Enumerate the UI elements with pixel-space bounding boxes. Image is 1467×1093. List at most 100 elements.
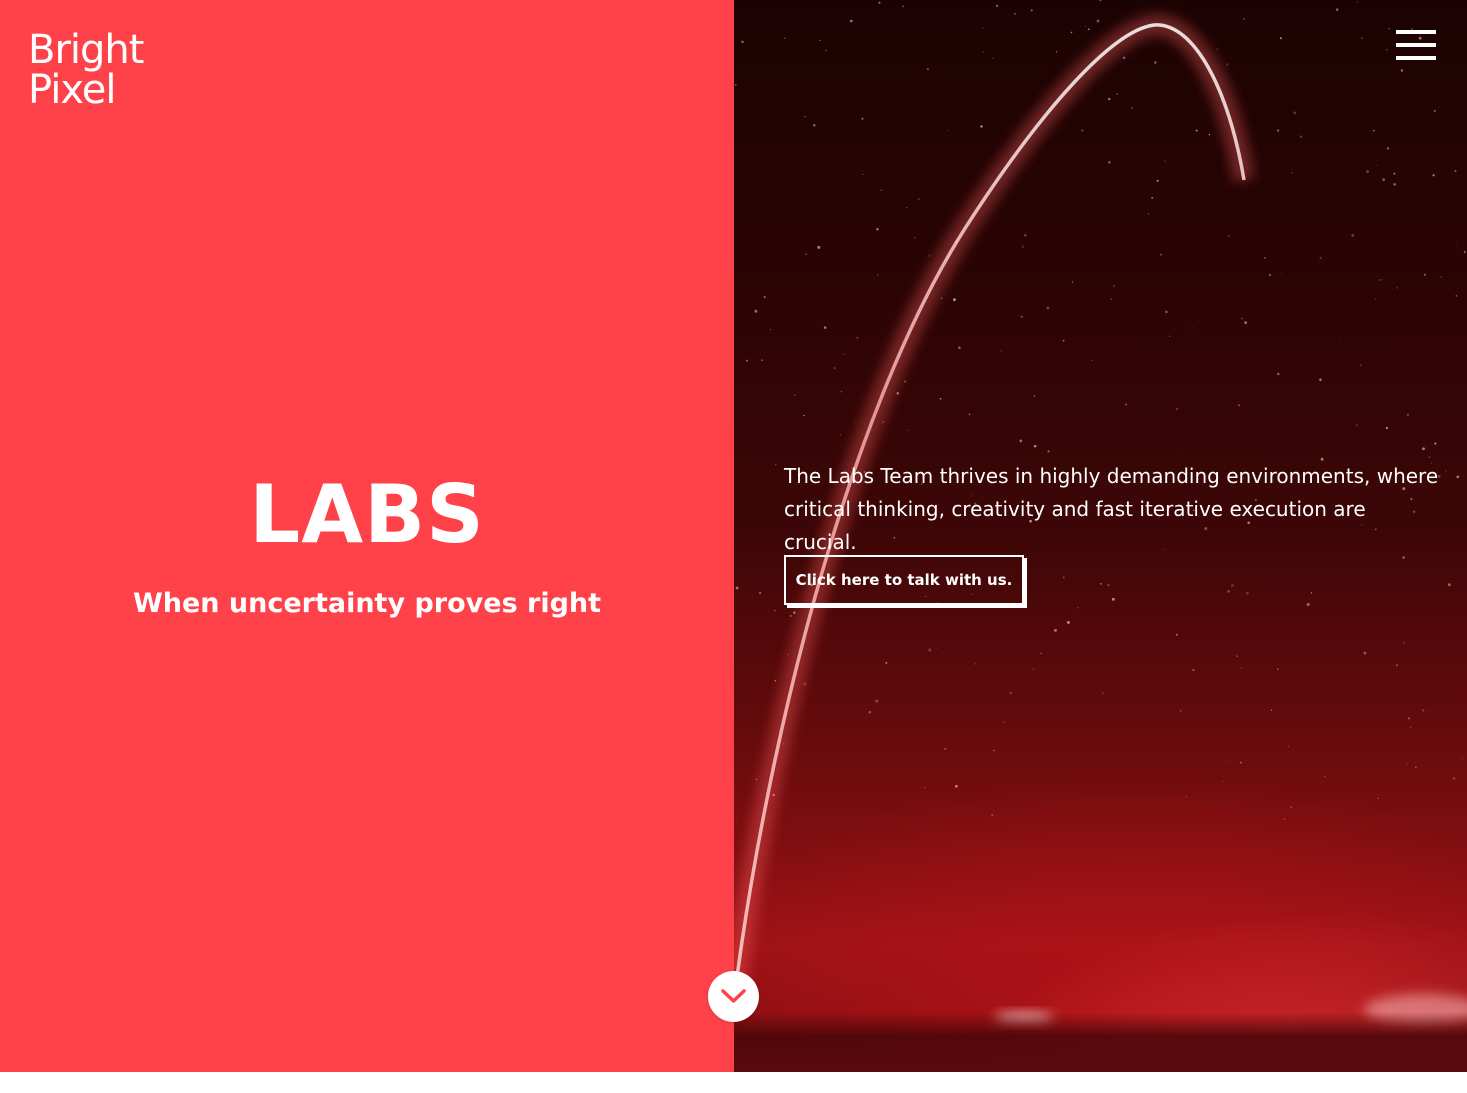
star bbox=[982, 50, 984, 53]
star bbox=[974, 663, 977, 665]
star bbox=[840, 390, 843, 393]
star bbox=[928, 648, 932, 652]
bright-pixel-logo[interactable]: Bright Pixel bbox=[28, 30, 144, 110]
star bbox=[1010, 692, 1012, 694]
star bbox=[1279, 37, 1282, 40]
star bbox=[1400, 69, 1404, 72]
star bbox=[1222, 780, 1224, 782]
star bbox=[896, 392, 900, 395]
star bbox=[1195, 129, 1198, 132]
star bbox=[1178, 451, 1180, 452]
star bbox=[1099, 0, 1102, 2]
star bbox=[968, 413, 971, 416]
star bbox=[862, 173, 864, 176]
star bbox=[975, 341, 977, 343]
star bbox=[839, 434, 841, 436]
star bbox=[1386, 49, 1388, 51]
star bbox=[1046, 306, 1050, 310]
star bbox=[1396, 664, 1398, 666]
star bbox=[1047, 450, 1050, 453]
star bbox=[885, 661, 888, 665]
star bbox=[1242, 17, 1245, 20]
star bbox=[790, 615, 792, 617]
star bbox=[1236, 655, 1238, 657]
star bbox=[1375, 164, 1377, 166]
scroll-down-button[interactable] bbox=[708, 971, 759, 1022]
star bbox=[1428, 456, 1430, 458]
star bbox=[1147, 212, 1150, 215]
star bbox=[1393, 183, 1396, 186]
star bbox=[1440, 276, 1442, 278]
star bbox=[1299, 135, 1303, 138]
contact-cta-button[interactable]: Click here to talk with us. bbox=[784, 555, 1024, 605]
star bbox=[1239, 761, 1242, 764]
menu-bar bbox=[1396, 43, 1436, 47]
star bbox=[1407, 717, 1411, 720]
star bbox=[1062, 576, 1065, 579]
star bbox=[1122, 56, 1126, 60]
star bbox=[982, 605, 986, 608]
star bbox=[853, 422, 855, 424]
star bbox=[1033, 395, 1036, 397]
star bbox=[1071, 281, 1074, 283]
star bbox=[1165, 310, 1168, 314]
star bbox=[1227, 590, 1230, 593]
star bbox=[1014, 13, 1016, 15]
star bbox=[1306, 602, 1310, 606]
star bbox=[1040, 652, 1042, 654]
star bbox=[1422, 447, 1425, 451]
star bbox=[958, 346, 961, 349]
star bbox=[1396, 287, 1399, 289]
hamburger-menu-icon[interactable] bbox=[1396, 30, 1436, 62]
star bbox=[1447, 583, 1451, 587]
star bbox=[1111, 597, 1115, 601]
star bbox=[868, 710, 872, 714]
star bbox=[1360, 364, 1362, 367]
star bbox=[1084, 25, 1087, 28]
star bbox=[1020, 315, 1023, 318]
star bbox=[1323, 775, 1326, 778]
star bbox=[947, 130, 949, 132]
star bbox=[952, 298, 956, 302]
star bbox=[996, 4, 999, 7]
star bbox=[1160, 253, 1163, 256]
star bbox=[741, 40, 744, 44]
star bbox=[926, 68, 929, 71]
star bbox=[1180, 710, 1182, 712]
star bbox=[1216, 48, 1218, 50]
star bbox=[812, 123, 816, 127]
star bbox=[940, 297, 943, 300]
star bbox=[1164, 160, 1166, 162]
star bbox=[1003, 721, 1005, 723]
star bbox=[1125, 403, 1127, 406]
star bbox=[1192, 668, 1195, 672]
star bbox=[763, 296, 766, 299]
star bbox=[861, 117, 864, 120]
star bbox=[734, 83, 737, 86]
star bbox=[878, 1, 881, 4]
star bbox=[955, 784, 958, 788]
menu-bar bbox=[1396, 30, 1436, 34]
star bbox=[1387, 147, 1390, 149]
star bbox=[1388, 27, 1390, 30]
star bbox=[1019, 439, 1023, 443]
star bbox=[1319, 256, 1322, 260]
star bbox=[1374, 298, 1376, 300]
star bbox=[1077, 606, 1079, 609]
star bbox=[1151, 196, 1154, 199]
star bbox=[1154, 61, 1157, 64]
star bbox=[993, 749, 995, 752]
star bbox=[906, 207, 908, 209]
star bbox=[1208, 133, 1211, 136]
star bbox=[1288, 745, 1289, 747]
star bbox=[819, 39, 821, 42]
star bbox=[1156, 179, 1159, 182]
star bbox=[1176, 408, 1178, 410]
star bbox=[1268, 273, 1272, 277]
star bbox=[1409, 726, 1412, 729]
star bbox=[877, 274, 879, 276]
star bbox=[784, 37, 786, 40]
star bbox=[1463, 250, 1466, 253]
star bbox=[803, 115, 807, 118]
star bbox=[1062, 339, 1065, 342]
